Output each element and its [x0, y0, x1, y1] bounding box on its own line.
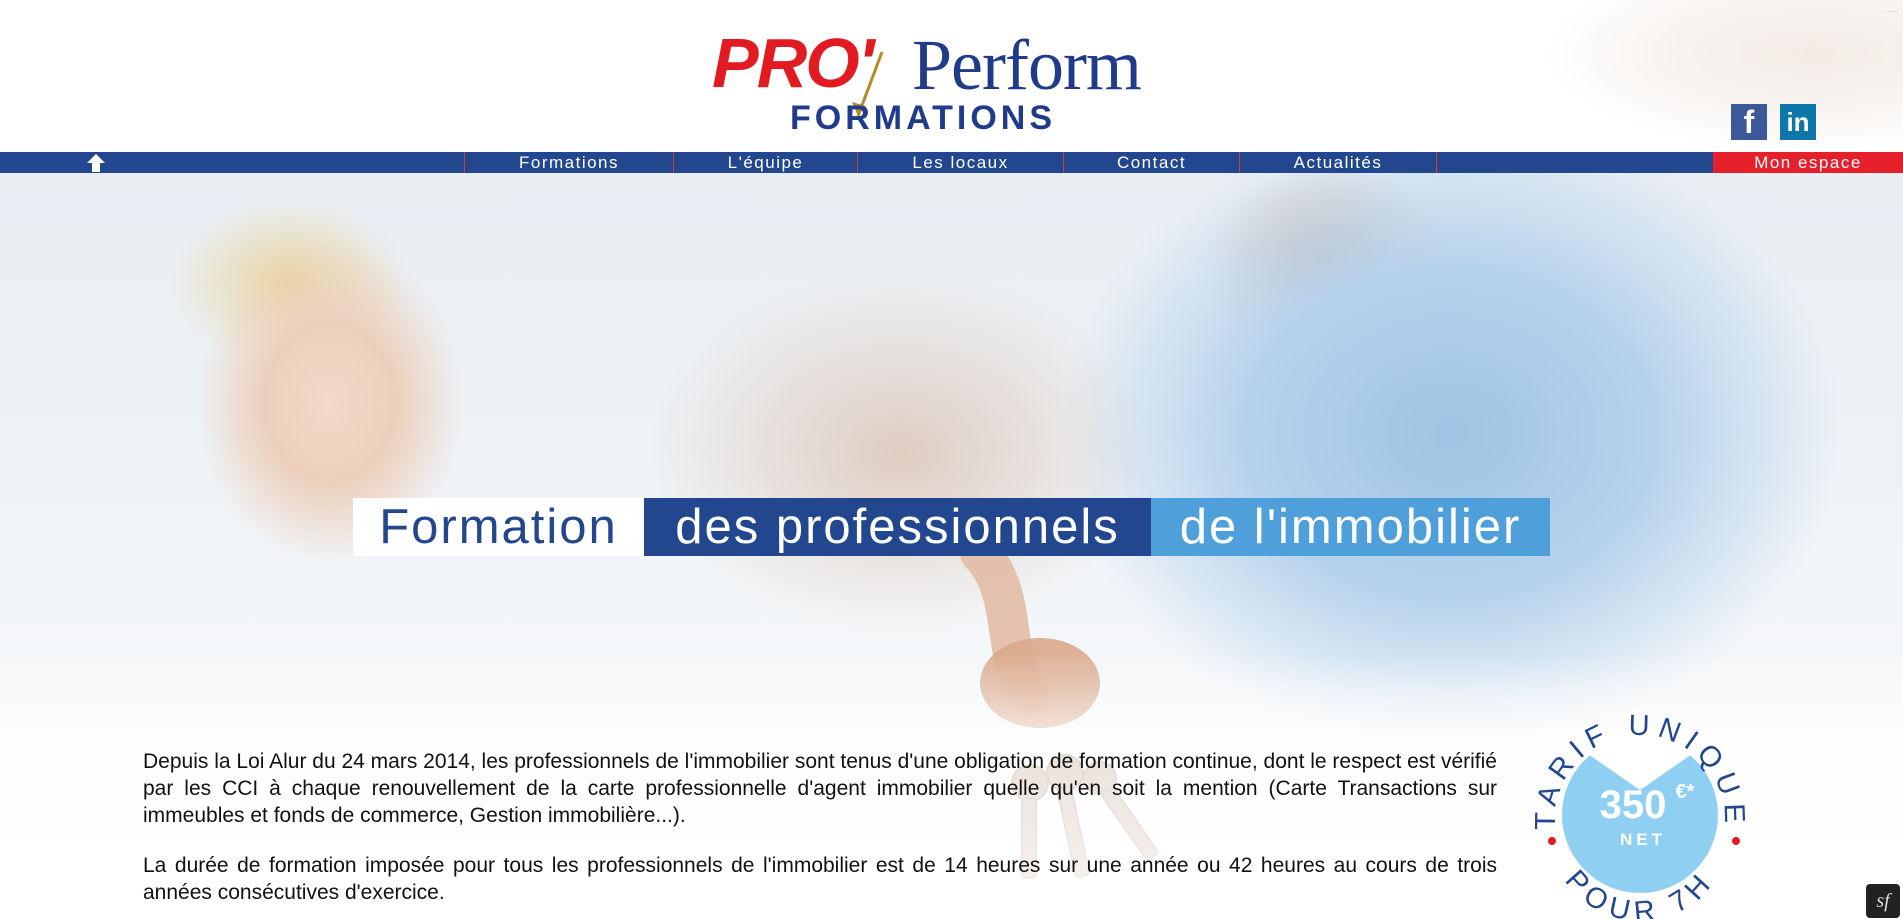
badge-dot-right [1732, 837, 1740, 845]
nav-item-formations[interactable]: Formations [465, 152, 673, 173]
badge-price: 350 [1600, 783, 1667, 827]
badge-currency: €* [1676, 781, 1695, 803]
logo-formations: FORMATIONS [790, 99, 1057, 137]
home-icon[interactable] [86, 153, 106, 173]
main-nav: Formations L'équipe Les locaux Contact A… [0, 152, 1903, 173]
linkedin-icon[interactable]: in [1780, 104, 1816, 140]
nav-item-actualites[interactable]: Actualités [1240, 152, 1436, 173]
facebook-icon[interactable]: f [1731, 104, 1767, 140]
badge-dot-left [1548, 837, 1556, 845]
headline-immobilier: de l'immobilier [1151, 498, 1550, 556]
logo-perform: Perform [912, 25, 1142, 105]
badge-net: NET [1620, 830, 1666, 849]
nav-separator [1436, 152, 1437, 173]
site-header: PRO' Perform FORMATIONS f in ····· [0, 0, 1903, 152]
home-arrow-icon [87, 154, 105, 172]
nav-item-locaux[interactable]: Les locaux [858, 152, 1063, 173]
symfony-glyph: sf [1876, 889, 1890, 912]
headline-professionnels: des professionnels [644, 498, 1151, 556]
site-logo[interactable]: PRO' Perform FORMATIONS [712, 28, 1192, 138]
nav-item-equipe[interactable]: L'équipe [674, 152, 857, 173]
corner-mark: ····· [1884, 6, 1899, 16]
header-decoration [1543, 0, 1903, 152]
duration-paragraph: La durée de formation imposée pour tous … [143, 854, 1497, 904]
facebook-glyph: f [1743, 103, 1755, 140]
mon-espace-button[interactable]: Mon espace [1713, 152, 1903, 173]
headline-formation: Formation [353, 498, 644, 556]
price-badge: TARIF UNIQUE POUR 7H 350 €* NET [1530, 710, 1744, 919]
nav-item-contact[interactable]: Contact [1064, 152, 1239, 173]
intro-paragraph: Depuis la Loi Alur du 24 mars 2014, les … [143, 750, 1497, 827]
linkedin-glyph: in [1786, 106, 1810, 137]
symfony-toolbar-icon[interactable]: sf [1866, 884, 1900, 918]
